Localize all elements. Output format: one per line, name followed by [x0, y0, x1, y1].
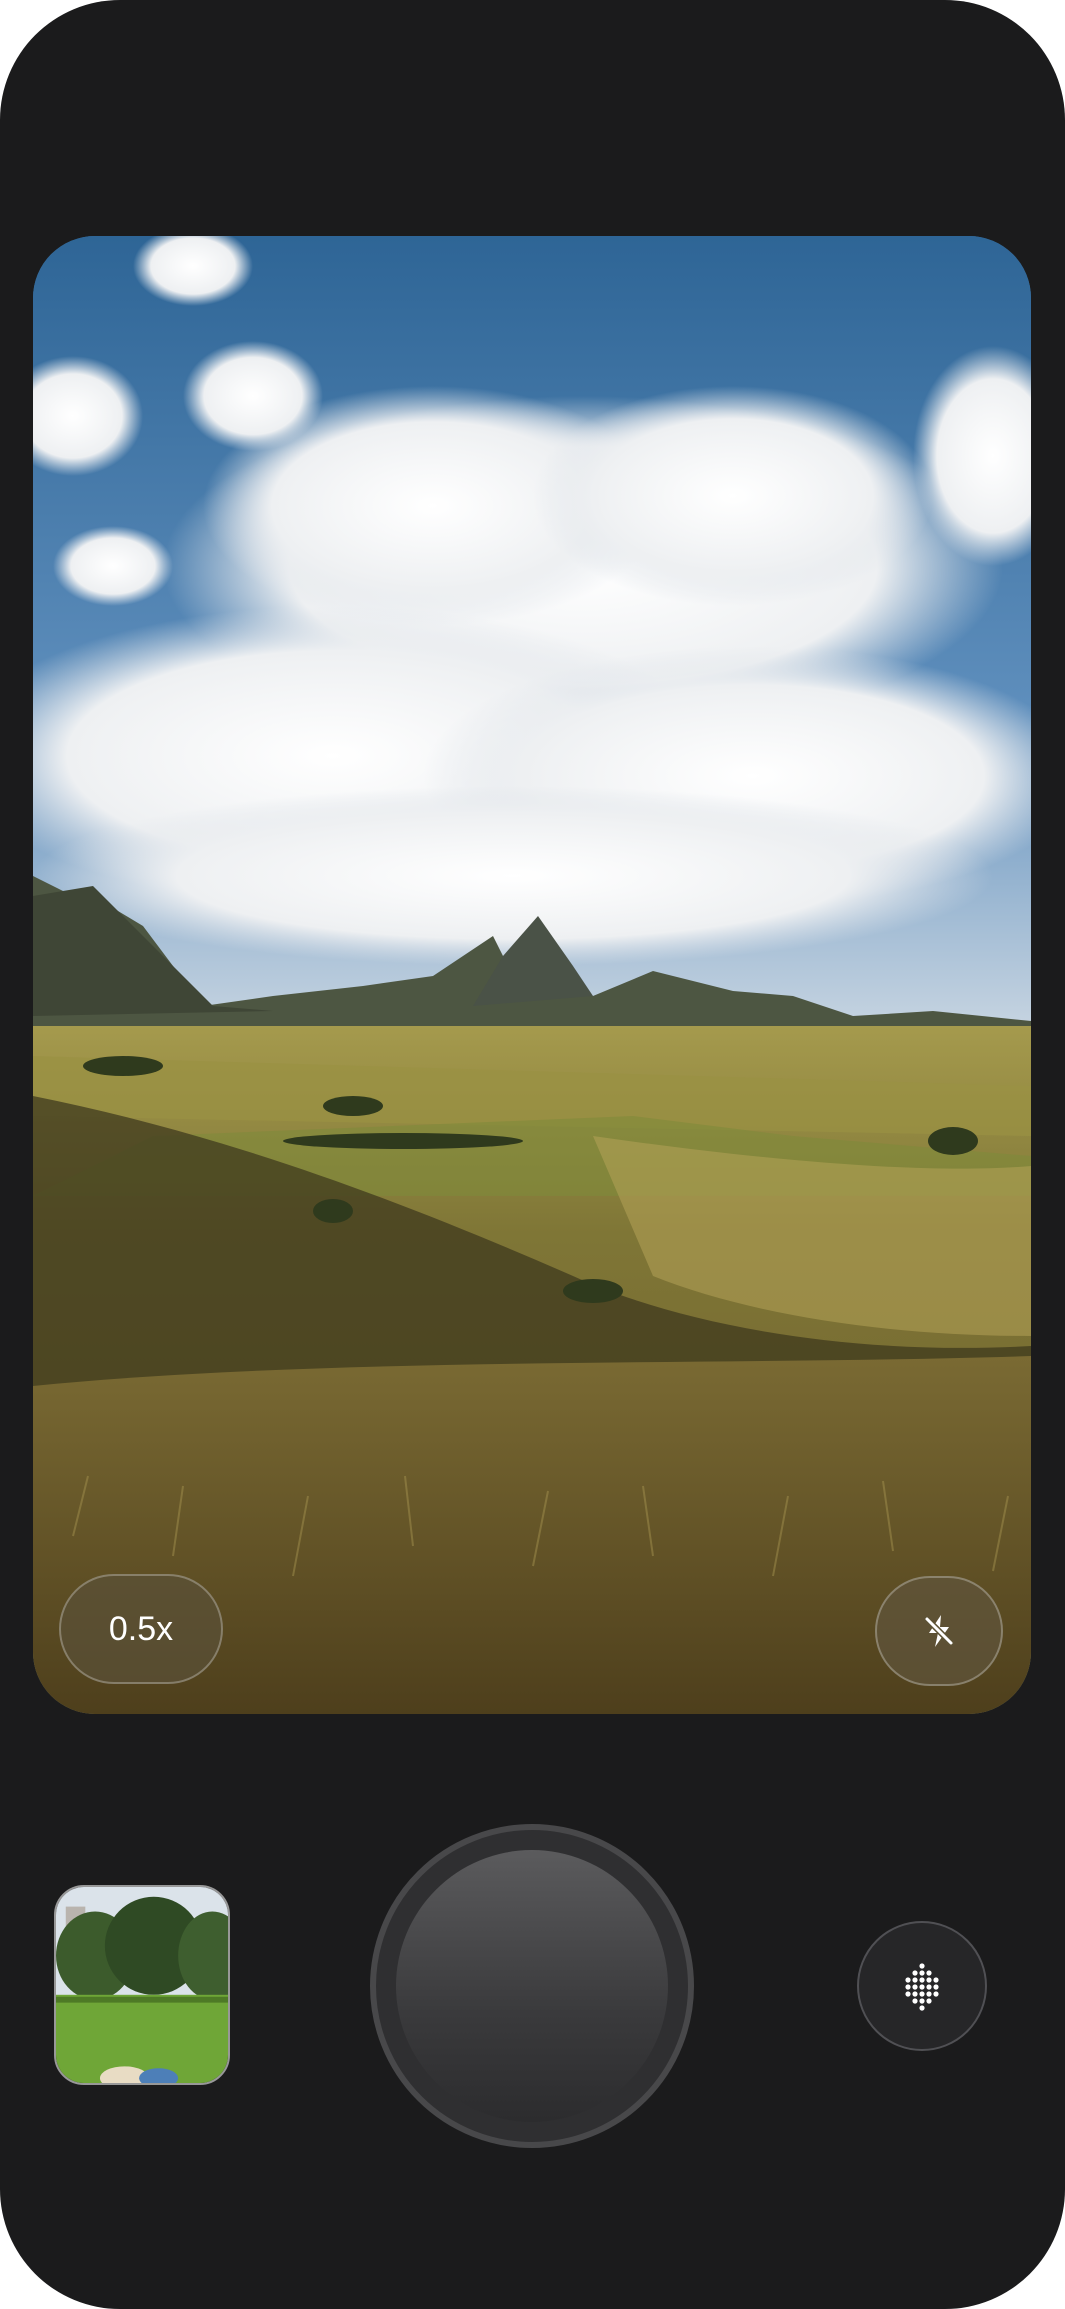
thumbnail-image	[56, 1887, 228, 2083]
dot-grid-icon	[905, 1963, 939, 2011]
zoom-label: 0.5x	[108, 1609, 174, 1648]
zoom-button[interactable]: 0.5x	[59, 1574, 223, 1684]
camera-viewfinder[interactable]: 0.5x	[33, 236, 1031, 1714]
landscape-preview	[33, 236, 1031, 1714]
last-photo-thumbnail[interactable]	[54, 1885, 230, 2085]
flash-toggle-button[interactable]	[875, 1576, 1003, 1686]
shutter-button[interactable]	[370, 1824, 694, 2148]
flash-off-icon	[924, 1615, 954, 1647]
shutter-inner	[396, 1850, 668, 2122]
camera-app: 0.5x	[0, 0, 1065, 2309]
camera-mode-button[interactable]	[857, 1921, 987, 2051]
